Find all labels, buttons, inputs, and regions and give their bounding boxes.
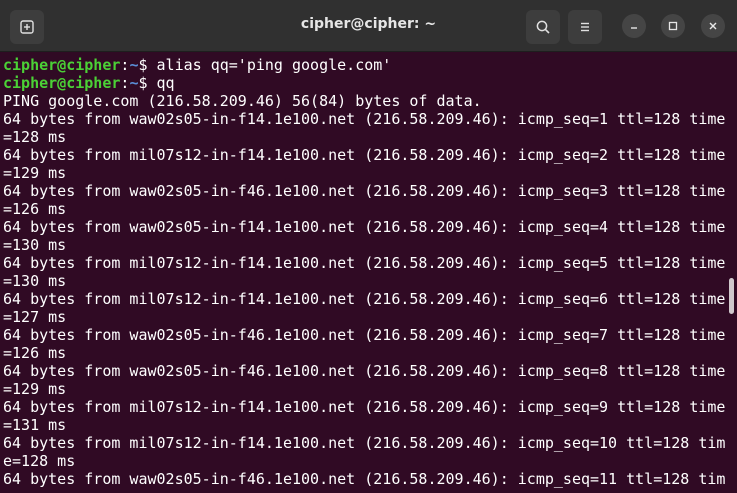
output-line: e=128 ms <box>3 452 76 470</box>
search-button[interactable] <box>526 10 560 44</box>
command-line: cipher@cipher:~$ qq <box>3 74 728 92</box>
output-line: 64 bytes from mil07s12-in-f14.1e100.net … <box>3 254 726 272</box>
prompt-user-host: cipher@cipher <box>3 56 121 74</box>
output-line: 64 bytes from mil07s12-in-f14.1e100.net … <box>3 146 726 164</box>
new-tab-icon <box>20 20 34 34</box>
prompt-symbol: $ <box>138 74 157 92</box>
output-line: 64 bytes from waw02s05-in-f14.1e100.net … <box>3 218 726 236</box>
minimize-icon <box>631 27 637 29</box>
output-line: =129 ms <box>3 164 67 182</box>
output-line: =131 ms <box>3 416 67 434</box>
output-line: 64 bytes from waw02s05-in-f46.1e100.net … <box>3 182 726 200</box>
output-line: 64 bytes from mil07s12-in-f14.1e100.net … <box>3 434 726 452</box>
output-line: 64 bytes from waw02s05-in-f46.1e100.net … <box>3 362 726 380</box>
menu-button[interactable] <box>568 10 602 44</box>
output-line: 64 bytes from waw02s05-in-f46.1e100.net … <box>3 470 726 488</box>
output-line: =126 ms <box>3 200 67 218</box>
new-tab-button[interactable] <box>10 10 44 44</box>
maximize-icon <box>668 21 678 31</box>
output-lines: PING google.com (216.58.209.46) 56(84) b… <box>3 92 728 488</box>
terminal-output[interactable]: cipher@cipher:~$ alias qq='ping google.c… <box>0 52 728 493</box>
command-text: alias qq='ping google.com' <box>156 56 392 74</box>
output-line: =128 ms <box>3 128 67 146</box>
output-line: PING google.com (216.58.209.46) 56(84) b… <box>3 92 482 110</box>
prompt-user-host: cipher@cipher <box>3 74 121 92</box>
command-line: cipher@cipher:~$ alias qq='ping google.c… <box>3 56 728 74</box>
minimize-button[interactable] <box>622 14 646 38</box>
scrollbar-thumb[interactable] <box>729 278 734 314</box>
hamburger-menu-icon <box>581 22 589 32</box>
output-line: =127 ms <box>3 308 67 326</box>
output-line: 64 bytes from waw02s05-in-f46.1e100.net … <box>3 326 726 344</box>
command-text: qq <box>156 74 175 92</box>
prompt-symbol: $ <box>138 56 157 74</box>
terminal-window: cipher@cipher: ~ cipher@cipher:~$ alias … <box>0 0 737 493</box>
close-icon <box>709 22 717 30</box>
output-line: =130 ms <box>3 272 67 290</box>
output-line: =129 ms <box>3 380 67 398</box>
title-bar: cipher@cipher: ~ <box>0 0 737 52</box>
maximize-button[interactable] <box>661 14 685 38</box>
close-button[interactable] <box>701 14 725 38</box>
search-icon <box>536 20 550 34</box>
output-line: 64 bytes from mil07s12-in-f14.1e100.net … <box>3 398 726 416</box>
output-line: 64 bytes from mil07s12-in-f14.1e100.net … <box>3 290 726 308</box>
output-line: 64 bytes from waw02s05-in-f14.1e100.net … <box>3 110 726 128</box>
output-line: =130 ms <box>3 236 67 254</box>
output-line: =126 ms <box>3 344 67 362</box>
